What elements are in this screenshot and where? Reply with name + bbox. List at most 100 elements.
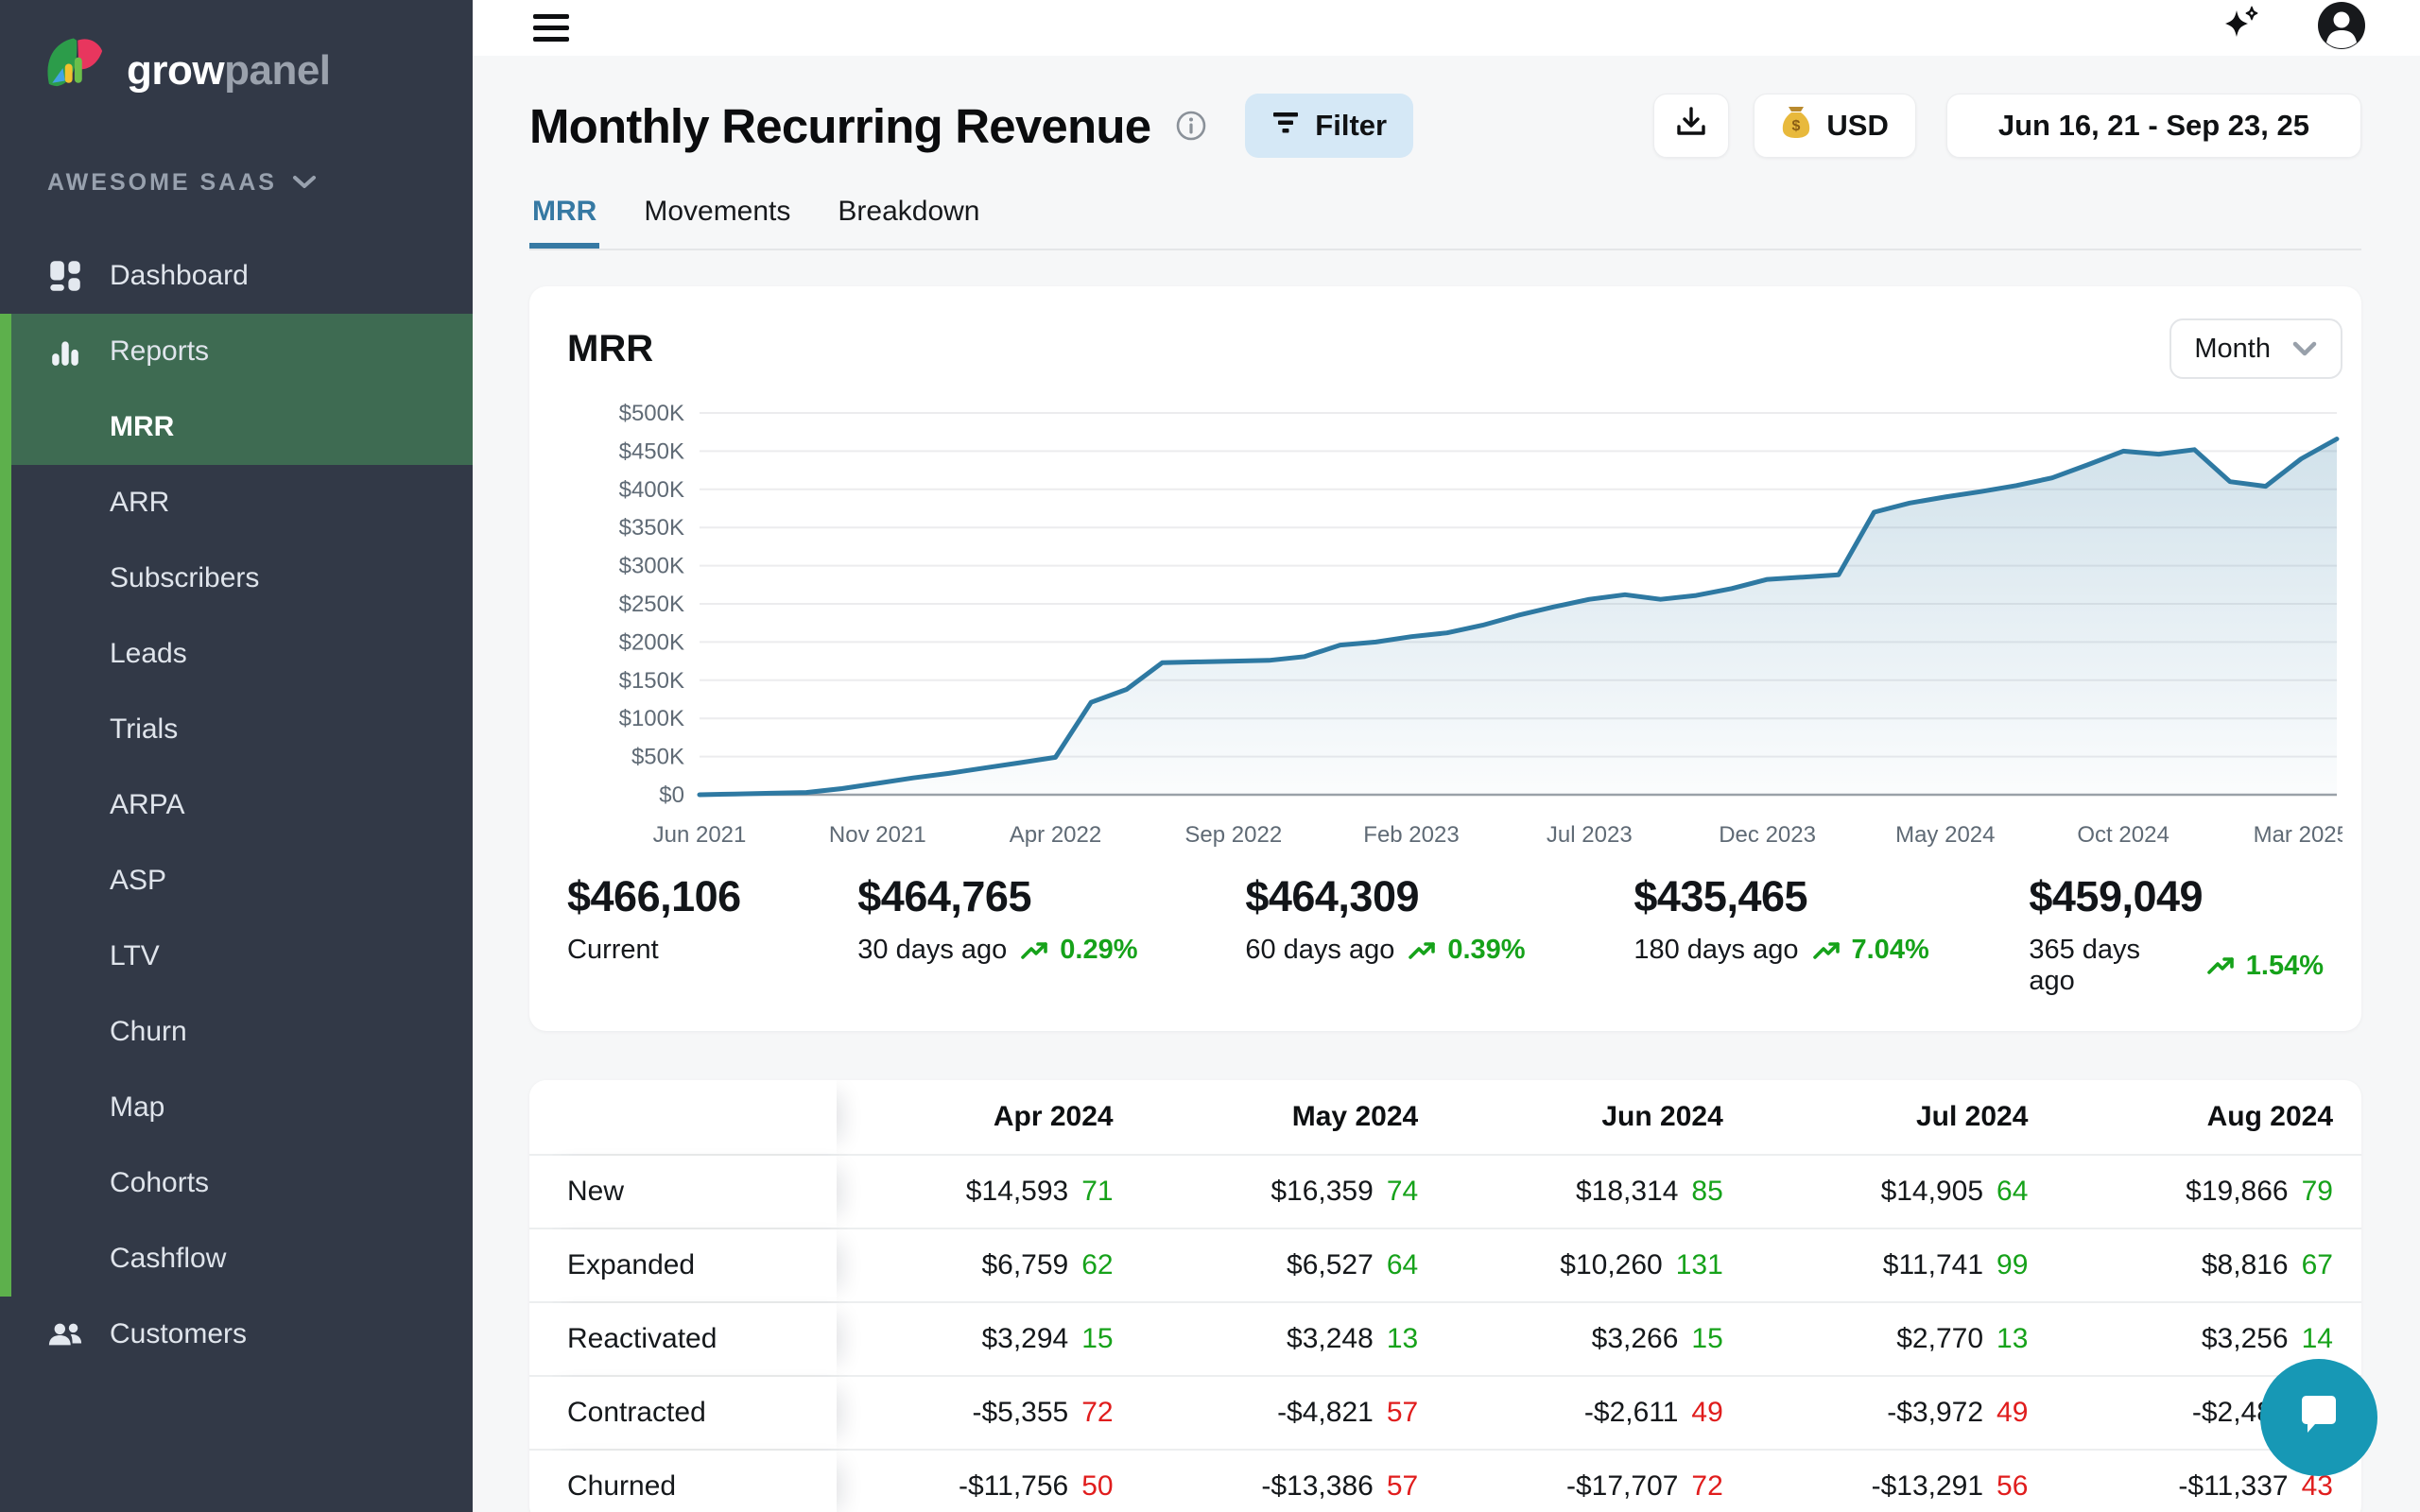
svg-text:May 2024: May 2024 [1895,822,1995,848]
cell-amount: -$13,291 [1872,1470,1983,1503]
sidebar-item-subscribers[interactable]: Subscribers [0,541,473,616]
cell-amount: $14,593 [966,1176,1068,1208]
sidebar-item-cashflow[interactable]: Cashflow [0,1221,473,1297]
svg-text:$50K: $50K [631,745,684,770]
sidebar-item-arr[interactable]: ARR [0,465,473,541]
info-icon[interactable] [1175,110,1207,142]
sidebar-item-customers[interactable]: Customers [0,1297,473,1372]
cell-count: 131 [1676,1249,1723,1281]
cell-count: 14 [2302,1323,2333,1355]
sidebar-item-trials[interactable]: Trials [0,692,473,767]
cell-amount: $3,294 [981,1323,1068,1355]
mrr-chart-card: MRR Month $0$50K$100K$150K$200K$250K$300… [529,286,2361,1031]
sidebar-item-label: Customers [110,1318,247,1350]
cell-amount: $6,527 [1287,1249,1374,1281]
svg-text:Apr 2022: Apr 2022 [1010,822,1101,848]
filter-label: Filter [1315,109,1387,143]
workspace-name: AWESOME SAAS [47,169,277,197]
sidebar-item-churn[interactable]: Churn [0,994,473,1070]
stat-change: 0.29% [1020,935,1137,966]
workspace-selector[interactable]: AWESOME SAAS [0,107,473,197]
svg-text:$100K: $100K [619,706,684,731]
filter-button[interactable]: Filter [1245,94,1413,158]
hamburger-menu-icon[interactable] [533,14,569,42]
svg-text:$200K: $200K [619,629,684,655]
cell-amount: $14,905 [1881,1176,1983,1208]
stat-change: 7.04% [1812,935,1929,966]
table-cell: $19,866 79 [2056,1156,2361,1228]
sidebar-item-leads[interactable]: Leads [0,616,473,692]
table-cell: -$5,355 72 [837,1377,1142,1449]
stat-label: 180 days ago7.04% [1634,935,2029,966]
cell-count: 71 [1081,1176,1113,1208]
trend-up-icon [2206,954,2237,977]
table-cell: $3,248 13 [1142,1303,1447,1375]
sidebar-item-reports[interactable]: Reports [0,314,473,389]
cell-amount: $3,266 [1592,1323,1679,1355]
people-icon [47,1319,83,1349]
tab-mrr[interactable]: MRR [529,196,599,249]
content: Monthly Recurring Revenue Filter $ [473,56,2420,1512]
currency-button[interactable]: $ USD [1754,94,1915,158]
mrr-stat-30-days-ago: $464,765 30 days ago0.29% [857,872,1245,997]
stat-value: $435,465 [1634,872,2029,921]
sidebar-item-label: Reports [110,335,209,368]
cell-amount: -$11,337 [2178,1470,2288,1503]
download-button[interactable] [1653,94,1729,158]
sidebar-item-asp[interactable]: ASP [0,843,473,919]
bar-chart-icon [47,335,83,368]
table-cell: $2,770 13 [1752,1303,2057,1375]
sidebar-item-cohorts[interactable]: Cohorts [0,1145,473,1221]
svg-text:$250K: $250K [619,592,684,617]
currency-label: USD [1826,109,1888,143]
sparkles-icon[interactable] [2218,1,2267,55]
cell-amount: $19,866 [2186,1176,2288,1208]
sidebar: growpanel AWESOME SAAS Dashboard Reports… [0,0,473,1512]
dashboard-icon [47,259,83,293]
cell-count: 13 [1996,1323,2028,1355]
tab-breakdown[interactable]: Breakdown [835,196,982,249]
svg-text:Dec 2023: Dec 2023 [1719,822,1816,848]
interval-select[interactable]: Month [2169,318,2342,379]
download-icon [1675,106,1707,146]
svg-text:$: $ [1792,118,1801,134]
table-row-reactivated: Reactivated $3,294 15 $3,248 13 $3,266 1… [529,1301,2361,1375]
cell-amount: -$4,821 [1277,1397,1374,1429]
cell-count: 50 [1081,1470,1113,1503]
cell-amount: $18,314 [1576,1176,1678,1208]
trend-up-icon [1020,939,1050,962]
topbar-actions [2218,0,2367,56]
column-header-apr-2024: Apr 2024 [837,1080,1142,1154]
cell-amount: $16,359 [1270,1176,1373,1208]
table-cell: $8,816 67 [2056,1229,2361,1301]
tab-movements[interactable]: Movements [641,196,793,249]
chat-widget-button[interactable] [2260,1359,2377,1476]
main-area: Monthly Recurring Revenue Filter $ [473,0,2420,1512]
reports-group: Reports MRRARRSubscribersLeadsTrialsARPA… [0,314,473,1297]
stat-value: $466,106 [567,872,857,921]
stat-value: $464,309 [1245,872,1634,921]
user-avatar[interactable] [2316,0,2367,56]
cell-amount: -$17,707 [1566,1470,1678,1503]
sidebar-item-mrr[interactable]: MRR [0,389,473,465]
sidebar-item-dashboard[interactable]: Dashboard [0,238,473,314]
table-cell: $16,359 74 [1142,1156,1447,1228]
money-bag-icon: $ [1781,105,1811,146]
mrr-area-chart[interactable]: $0$50K$100K$150K$200K$250K$300K$350K$400… [567,396,2342,848]
svg-text:Sep 2022: Sep 2022 [1184,822,1282,848]
cell-count: 85 [1691,1176,1722,1208]
date-range-button[interactable]: Jun 16, 21 - Sep 23, 25 [1946,94,2361,158]
stat-change: 0.39% [1408,935,1525,966]
cell-count: 15 [1691,1323,1722,1355]
cell-count: 64 [1387,1249,1418,1281]
mrr-stat-60-days-ago: $464,309 60 days ago0.39% [1245,872,1634,997]
tab-bar: MRR Movements Breakdown [529,196,2361,250]
cell-amount: $10,260 [1560,1249,1662,1281]
sidebar-item-map[interactable]: Map [0,1070,473,1145]
cell-count: 62 [1081,1249,1113,1281]
table-cell: $6,759 62 [837,1229,1142,1301]
cell-amount: $2,770 [1896,1323,1983,1355]
sidebar-item-ltv[interactable]: LTV [0,919,473,994]
cell-amount: -$3,972 [1887,1397,1983,1429]
sidebar-item-arpa[interactable]: ARPA [0,767,473,843]
